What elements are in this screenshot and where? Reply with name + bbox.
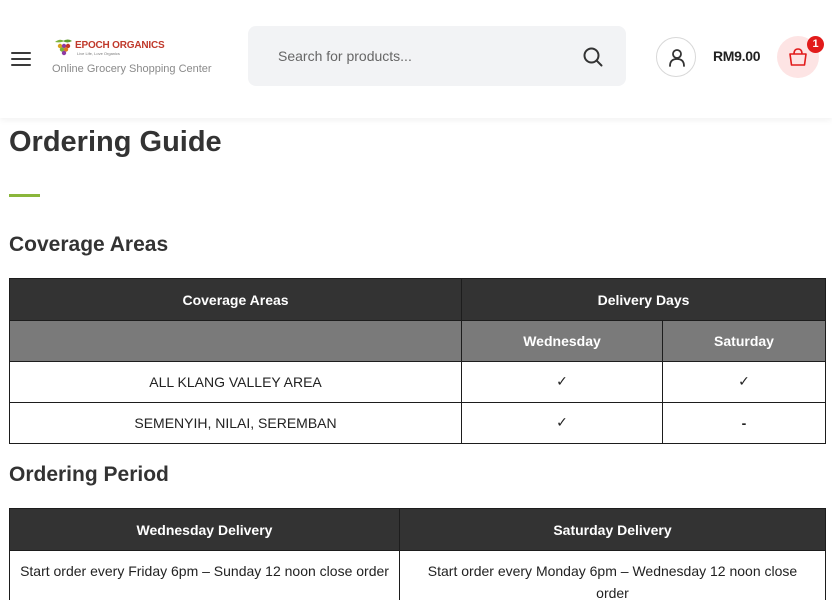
site-header: EPOCH ORGANICS Live Life, Love Organics … [0,0,832,118]
col-header-empty [9,320,462,362]
search-icon[interactable] [582,46,604,68]
brand-subtitle: Online Grocery Shopping Center [52,63,212,75]
account-button[interactable] [656,37,696,77]
saturday-check-icon: ✓ [662,361,826,403]
brand-name: EPOCH ORGANICS [75,40,165,51]
coverage-table: Coverage Areas Delivery Days Wednesday S… [9,278,826,444]
table-row: Start order every Friday 6pm – Sunday 12… [9,550,826,600]
grape-logo-icon [55,39,72,56]
site-logo[interactable]: EPOCH ORGANICS Live Life, Love Organics … [52,38,232,78]
brand-tagline: Live Life, Love Organics [77,51,120,56]
saturday-unavailable: - [662,402,826,444]
coverage-heading: Coverage Areas [9,233,169,256]
cart-count-badge: 1 [807,36,824,53]
table-row: ALL KLANG VALLEY AREA ✓ ✓ [9,361,826,403]
table-row: SEMENYIH, NILAI, SEREMBAN ✓ - [9,402,826,444]
page-title: Ordering Guide [9,126,222,158]
wednesday-check-icon: ✓ [461,402,663,444]
ordering-table: Wednesday Delivery Saturday Delivery Sta… [9,508,826,600]
ordering-heading: Ordering Period [9,463,169,486]
col-header-saturday-delivery: Saturday Delivery [399,508,826,551]
area-cell: ALL KLANG VALLEY AREA [9,361,462,403]
search-bar [248,26,626,86]
col-header-wednesday-delivery: Wednesday Delivery [9,508,400,551]
wednesday-check-icon: ✓ [461,361,663,403]
title-divider [9,194,40,197]
col-header-saturday: Saturday [662,320,826,362]
cart-total[interactable]: RM9.00 [713,48,761,64]
search-input[interactable] [278,45,568,67]
col-header-coverage: Coverage Areas [9,278,462,321]
area-cell: SEMENYIH, NILAI, SEREMBAN [9,402,462,444]
shopping-bag-icon [789,48,807,66]
menu-icon[interactable] [11,52,31,66]
col-header-wednesday: Wednesday [461,320,663,362]
wednesday-period-cell: Start order every Friday 6pm – Sunday 12… [9,550,400,600]
saturday-period-cell: Start order every Monday 6pm – Wednesday… [399,550,826,600]
col-header-delivery-days: Delivery Days [461,278,826,321]
user-icon [669,49,685,67]
